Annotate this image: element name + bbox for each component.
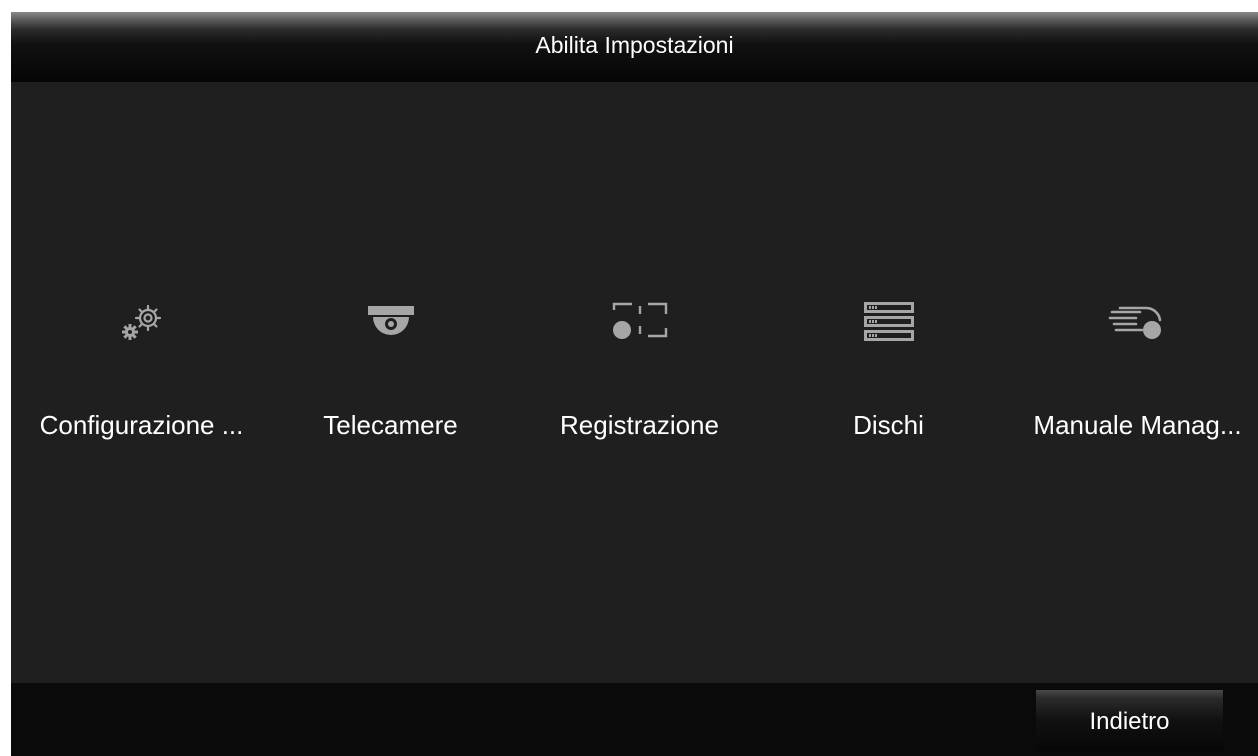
title-bar: Abilita Impostazioni xyxy=(11,12,1258,82)
enable-settings-window: Abilita Impostazioni Configurazione ... … xyxy=(11,12,1258,756)
menu-item-label: Manuale Manag... xyxy=(1033,410,1242,440)
manual-record-icon xyxy=(1013,292,1258,352)
record-icon xyxy=(515,292,764,352)
menu-item-disks[interactable]: Dischi xyxy=(764,292,1013,462)
dome-camera-icon xyxy=(266,292,515,352)
window-title: Abilita Impostazioni xyxy=(535,32,734,58)
menu-item-label: Registrazione xyxy=(560,410,719,440)
storage-disk-icon xyxy=(764,292,1013,352)
gears-icon xyxy=(17,292,266,352)
back-button[interactable]: Indietro xyxy=(1036,690,1223,750)
menu-item-cameras[interactable]: Telecamere xyxy=(266,292,515,462)
footer-bar: Indietro xyxy=(11,683,1258,756)
settings-menu: Configurazione ... Telecamere Registrazi… xyxy=(11,82,1258,683)
menu-item-label: Configurazione ... xyxy=(39,410,244,440)
menu-item-label: Telecamere xyxy=(323,410,458,440)
back-button-label: Indietro xyxy=(1089,708,1170,735)
menu-item-recording[interactable]: Registrazione xyxy=(515,292,764,462)
menu-item-manual-management[interactable]: Manuale Manag... xyxy=(1013,292,1258,462)
menu-item-label: Dischi xyxy=(853,410,924,440)
menu-item-configuration[interactable]: Configurazione ... xyxy=(17,292,266,462)
